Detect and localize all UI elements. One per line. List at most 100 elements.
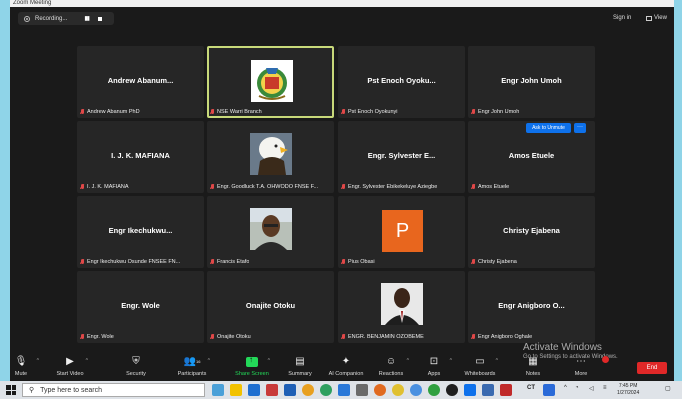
- participant-tile[interactable]: Engr. Sylvester E... Engr. Sylvester Ebi…: [338, 121, 465, 193]
- tray-ct-label[interactable]: CT: [527, 385, 535, 391]
- summary-button[interactable]: ▤ Summary: [278, 356, 322, 377]
- language-icon[interactable]: ≡: [603, 385, 607, 391]
- participant-initial-avatar: P: [382, 210, 423, 252]
- ask-to-unmute-button[interactable]: Ask to Unmute: [526, 123, 571, 133]
- wifi-icon[interactable]: ◔: [575, 385, 579, 391]
- mail-icon[interactable]: [248, 384, 260, 396]
- security-button[interactable]: ⛨ Security: [114, 356, 158, 377]
- participant-name: Christy Ejabena: [503, 226, 560, 235]
- end-meeting-button[interactable]: End: [637, 362, 667, 374]
- mic-muted-icon: [80, 109, 84, 115]
- participant-tile[interactable]: Andrew Abanum... Andrew Abanum PhD: [77, 46, 204, 118]
- participant-name: Andrew Abanum...: [107, 76, 174, 85]
- participant-more-button[interactable]: ···: [574, 123, 586, 133]
- participant-tile-active-speaker[interactable]: NSE Warri Branch: [207, 46, 334, 118]
- chrome-icon[interactable]: [302, 384, 314, 396]
- shield-icon: ⛨: [132, 356, 140, 367]
- participant-tile[interactable]: Engr Anigboro O... Engr Anigboro Oghale: [468, 271, 595, 343]
- mic-muted-icon: [210, 184, 214, 190]
- reactions-button[interactable]: ☺ Reactions ^: [369, 356, 413, 377]
- participant-tile[interactable]: Engr Ikechukwu... Engr Ikechukwu Osunde …: [77, 196, 204, 268]
- sparkle-icon: ✦: [341, 356, 351, 367]
- participant-tile[interactable]: P Pius Obasi: [338, 196, 465, 268]
- ai-companion-button[interactable]: ✦ AI Companion: [324, 356, 368, 377]
- mic-muted-icon: [210, 259, 214, 265]
- chevron-up-icon[interactable]: ^: [268, 358, 270, 364]
- chevron-up-icon[interactable]: ^: [496, 358, 498, 364]
- task-view-icon[interactable]: [212, 384, 224, 396]
- participant-name: Onajite Otoku: [245, 301, 296, 310]
- participant-label: Pst Enoch Oyokunyi: [341, 109, 398, 115]
- participant-tile[interactable]: ENGR. BENJAMIN OZOBEME: [338, 271, 465, 343]
- mic-muted-icon: [210, 109, 214, 115]
- participant-tile[interactable]: Ask to Unmute ··· Amos Etuele Amos Etuel…: [468, 121, 595, 193]
- participant-label: Andrew Abanum PhD: [80, 109, 140, 115]
- participant-tile[interactable]: Pst Enoch Oyoku... Pst Enoch Oyokunyi: [338, 46, 465, 118]
- participant-name: Engr Anigboro O...: [498, 301, 565, 310]
- participant-tile[interactable]: Engr. Wole Engr. Wole: [77, 271, 204, 343]
- participant-tile[interactable]: Engr John Umoh Engr John Umoh: [468, 46, 595, 118]
- chevron-up-icon[interactable]: ^: [407, 358, 409, 364]
- app-icon[interactable]: [356, 384, 368, 396]
- chevron-up-icon[interactable]: ^: [86, 358, 88, 364]
- zoom-window: Zoom Meeting Recording... ▮▮ Sign in Vie…: [10, 0, 674, 385]
- recording-label: Recording...: [35, 15, 68, 22]
- start-video-button[interactable]: ▶ Start Video ^: [48, 356, 92, 377]
- share-screen-button[interactable]: Share Screen ^: [230, 355, 274, 378]
- app-icon[interactable]: [482, 384, 494, 396]
- participant-tile[interactable]: I. J. K. MAFIANA I. J. K. MAFIANA: [77, 121, 204, 193]
- participants-count: 16: [196, 359, 201, 364]
- participants-icon: 👥 16: [183, 356, 201, 367]
- app-icon[interactable]: [266, 384, 278, 396]
- notification-badge: [602, 356, 609, 363]
- participants-button[interactable]: 👥 16 Participants ^: [170, 356, 214, 377]
- chevron-up-icon[interactable]: ^: [37, 358, 39, 364]
- speaker-icon[interactable]: ◁: [589, 385, 594, 392]
- eagle-avatar: [250, 133, 292, 175]
- participant-tile[interactable]: Christy Ejabena Christy Ejabena: [468, 196, 595, 268]
- participant-photo: [381, 283, 423, 325]
- chevron-up-icon[interactable]: ^: [564, 385, 567, 391]
- firefox-icon[interactable]: [374, 384, 386, 396]
- taskbar-clock[interactable]: 7:45 PM 1/27/2024: [617, 383, 639, 397]
- participant-tile[interactable]: Onajite Otoku Onajite Otoku: [207, 271, 334, 343]
- app-icon[interactable]: [446, 384, 458, 396]
- app-icon[interactable]: [428, 384, 440, 396]
- windows-taskbar: ⚲ Type here to search CT ^ ◔ ◁ ≡ 7:45 PM…: [0, 381, 682, 399]
- participant-label: Onajite Otoku: [210, 334, 251, 340]
- sign-in-link[interactable]: Sign in: [613, 15, 631, 21]
- pause-recording-icon[interactable]: ▮▮: [84, 15, 90, 22]
- app-icon[interactable]: [410, 384, 422, 396]
- participant-label: I. J. K. MAFIANA: [80, 184, 129, 190]
- window-title: Zoom Meeting: [10, 0, 674, 7]
- participant-label: Christy Ejabena: [471, 259, 517, 265]
- edge-icon[interactable]: [338, 384, 350, 396]
- app-icon[interactable]: [500, 384, 512, 396]
- app-icon[interactable]: [543, 384, 555, 396]
- mute-button[interactable]: 🎙 Mute ^: [10, 356, 43, 377]
- stop-recording-icon[interactable]: [97, 16, 102, 21]
- file-explorer-icon[interactable]: [230, 384, 242, 396]
- participant-name: Pst Enoch Oyoku...: [367, 76, 436, 85]
- notifications-icon[interactable]: ▢: [665, 385, 671, 392]
- view-button[interactable]: View: [646, 15, 667, 21]
- apps-button[interactable]: ⊡ Apps ^: [412, 356, 456, 377]
- participant-label: Pius Obasi: [341, 259, 375, 265]
- apps-icon: ⊡: [429, 356, 439, 367]
- chevron-up-icon[interactable]: ^: [208, 358, 210, 364]
- participant-name: Engr. Wole: [121, 301, 160, 310]
- chrome-icon[interactable]: [392, 384, 404, 396]
- participant-tile[interactable]: Francis Etafo: [207, 196, 334, 268]
- app-icon[interactable]: [320, 384, 332, 396]
- participant-tile[interactable]: Engr. Goodluck T.A. OHWODO FNSE F...: [207, 121, 334, 193]
- windows-start-icon[interactable]: [6, 385, 16, 395]
- taskbar-search-input[interactable]: ⚲ Type here to search: [22, 383, 205, 397]
- share-screen-icon: [246, 355, 258, 367]
- word-icon[interactable]: [284, 384, 296, 396]
- whiteboards-button[interactable]: ▭ Whiteboards ^: [458, 356, 502, 377]
- participant-label: Engr Anigboro Oghale: [471, 334, 532, 340]
- chevron-up-icon[interactable]: ^: [450, 358, 452, 364]
- mic-muted-icon: [471, 259, 475, 265]
- zoom-icon[interactable]: [464, 384, 476, 396]
- mic-muted-icon: [341, 184, 345, 190]
